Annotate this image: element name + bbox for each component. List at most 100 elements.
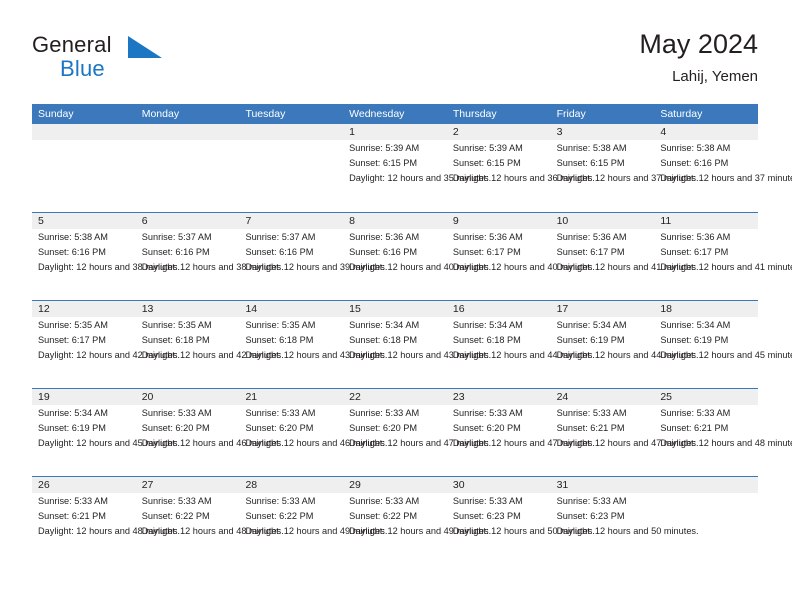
calendar-day-cell[interactable]: 25 Sunrise: 5:33 AM Sunset: 6:21 PM Dayligh… [654,389,792,476]
daylight-text: Daylight: 12 hours and 48 minutes. [141,525,284,536]
day-number: 31 [556,479,569,491]
calendar-day-cell[interactable]: 16 Sunrise: 5:34 AM Sunset: 6:18 PM Dayligh… [446,301,595,388]
calendar-day-cell[interactable]: 30 Sunrise: 5:33 AM Sunset: 6:23 PM Dayligh… [446,477,595,564]
sunset-text: Sunset: 6:22 PM [141,510,210,521]
sunrise-text: Sunrise: 5:33 AM [141,496,212,506]
calendar-day-cell[interactable]: 5 Sunrise: 5:38 AM Sunset: 6:16 PM Daylight… [32,213,180,300]
weekday-header-saturday: Saturday [660,108,703,120]
day-number: 28 [245,479,258,491]
calendar-day-cell[interactable]: 26 Sunrise: 5:33 AM Sunset: 6:21 PM Dayligh… [32,477,180,564]
calendar-day-cell[interactable]: 22 Sunrise: 5:33 AM Sunset: 6:20 PM Dayligh… [343,389,491,476]
sunrise-text: Sunrise: 5:33 AM [349,408,420,418]
sunset-text: Sunset: 6:20 PM [452,422,521,433]
sunrise-text: Sunrise: 5:33 AM [452,496,523,506]
sunset-text: Sunset: 6:15 PM [349,157,418,168]
calendar-day-cell-empty [654,477,759,564]
day-number: 27 [141,479,154,491]
sunset-text: Sunset: 6:19 PM [556,334,625,345]
weekday-header-thursday: Thursday [452,108,497,120]
daylight-text: Daylight: 12 hours and 42 minutes. [141,349,284,360]
day-cell-content: 5 Sunrise: 5:38 AM Sunset: 6:16 PM Daylight… [37,213,180,273]
day-cell-content: 16 Sunrise: 5:34 AM Sunset: 6:18 PM Dayligh… [452,301,595,361]
daylight-text: Daylight: 12 hours and 36 minutes. [452,172,595,183]
calendar-day-cell[interactable]: 4 Sunrise: 5:38 AM Sunset: 6:16 PM Daylight… [654,124,792,212]
sunrise-text: Sunrise: 5:33 AM [556,408,627,418]
sunrise-text: Sunrise: 5:38 AM [556,143,627,153]
calendar-day-cell[interactable]: 8 Sunrise: 5:36 AM Sunset: 6:16 PM Daylight… [343,213,492,300]
calendar-day-cell[interactable]: 29 Sunrise: 5:33 AM Sunset: 6:22 PM Dayligh… [343,477,491,564]
sunrise-text: Sunrise: 5:38 AM [38,232,108,242]
day-number-strip [239,124,344,140]
day-number-strip [654,477,759,493]
sunrise-text: Sunrise: 5:34 AM [660,320,731,330]
sunset-text: Sunset: 6:18 PM [349,334,418,345]
day-number: 22 [349,391,361,403]
day-number-strip [32,124,136,140]
calendar-day-cell[interactable]: 31 Sunrise: 5:33 AM Sunset: 6:23 PM Dayligh… [550,477,699,564]
calendar-day-cell[interactable]: 14 Sunrise: 5:35 AM Sunset: 6:18 PM Dayligh… [239,301,387,388]
daylight-text: Daylight: 12 hours and 41 minutes. [556,261,699,272]
day-number: 3 [556,126,563,138]
calendar-day-cell[interactable]: 17 Sunrise: 5:34 AM Sunset: 6:19 PM Dayligh… [550,301,699,388]
calendar-day-cell[interactable]: 3 Sunrise: 5:38 AM Sunset: 6:15 PM Daylight… [550,124,699,212]
calendar-day-cell[interactable]: 20 Sunrise: 5:33 AM Sunset: 6:20 PM Dayligh… [135,389,284,476]
calendar-day-cell-empty [135,124,240,212]
calendar-week-row: 26 Sunrise: 5:33 AM Sunset: 6:21 PM Dayligh… [32,476,759,564]
calendar-grid: Sunday Monday Tuesday Wednesday Thursday Frid… [32,104,792,564]
daylight-text: Daylight: 12 hours and 50 minutes. [556,525,699,536]
sunset-text: Sunset: 6:20 PM [349,422,418,433]
calendar-day-cell[interactable]: 13 Sunrise: 5:35 AM Sunset: 6:18 PM Dayligh… [135,301,284,388]
calendar-day-cell[interactable]: 27 Sunrise: 5:33 AM Sunset: 6:22 PM Dayligh… [135,477,284,564]
sunset-text: Sunset: 6:21 PM [38,510,106,521]
calendar-day-cell-empty [239,124,344,212]
sunrise-text: Sunrise: 5:34 AM [38,408,108,418]
sunset-text: Sunset: 6:17 PM [38,334,106,345]
calendar-page: General Blue May 2024 Lahij, Yemen Sunda… [0,0,792,612]
sunset-text: Sunset: 6:21 PM [660,422,729,433]
day-number: 14 [245,303,258,315]
sunset-text: Sunset: 6:19 PM [38,422,106,433]
day-number: 15 [349,303,361,315]
sunset-text: Sunset: 6:19 PM [660,334,729,345]
calendar-day-cell[interactable]: 11 Sunrise: 5:36 AM Sunset: 6:17 PM Dayligh… [654,213,792,300]
daylight-text: Daylight: 12 hours and 40 minutes. [349,261,492,272]
sunrise-text: Sunrise: 5:35 AM [38,320,108,330]
day-number: 12 [38,303,50,315]
sunset-text: Sunset: 6:15 PM [452,157,521,168]
day-cell-content: 30 Sunrise: 5:33 AM Sunset: 6:23 PM Dayligh… [452,477,595,537]
daylight-text: Daylight: 12 hours and 44 minutes. [452,349,595,360]
calendar-day-cell[interactable]: 10 Sunrise: 5:36 AM Sunset: 6:17 PM Dayligh… [550,213,699,300]
calendar-day-cell[interactable]: 18 Sunrise: 5:34 AM Sunset: 6:19 PM Dayligh… [654,301,792,388]
day-number: 25 [660,391,672,403]
calendar-day-cell[interactable]: 12 Sunrise: 5:35 AM Sunset: 6:17 PM Dayligh… [32,301,180,388]
day-number: 2 [452,126,459,138]
calendar-day-cell[interactable]: 23 Sunrise: 5:33 AM Sunset: 6:20 PM Dayligh… [446,389,595,476]
brand-logo[interactable]: General Blue [32,32,272,88]
calendar-day-cell[interactable]: 9 Sunrise: 5:36 AM Sunset: 6:17 PM Daylight… [446,213,595,300]
calendar-day-cell[interactable]: 1 Sunrise: 5:39 AM Sunset: 6:15 PM Daylight… [343,124,491,212]
sunset-text: Sunset: 6:15 PM [556,157,625,168]
sunset-text: Sunset: 6:17 PM [660,246,729,257]
day-number: 11 [660,215,672,227]
sunrise-text: Sunrise: 5:36 AM [349,232,420,242]
calendar-day-cell[interactable]: 28 Sunrise: 5:33 AM Sunset: 6:22 PM Dayligh… [239,477,387,564]
daylight-text: Daylight: 12 hours and 45 minutes. [38,437,180,448]
calendar-day-cell[interactable]: 2 Sunrise: 5:39 AM Sunset: 6:15 PM Daylight… [446,124,595,212]
calendar-day-cell-empty [32,124,136,212]
blue-triangle-icon [128,36,162,63]
calendar-day-cell[interactable]: 6 Sunrise: 5:37 AM Sunset: 6:16 PM Daylight… [135,213,284,300]
day-cell-content: 27 Sunrise: 5:33 AM Sunset: 6:22 PM Dayligh… [141,477,284,537]
sunrise-text: Sunrise: 5:35 AM [245,320,316,330]
day-cell-content: 28 Sunrise: 5:33 AM Sunset: 6:22 PM Dayligh… [244,477,387,537]
calendar-day-cell[interactable]: 15 Sunrise: 5:34 AM Sunset: 6:18 PM Dayligh… [343,301,491,388]
sunset-text: Sunset: 6:17 PM [556,246,625,257]
calendar-day-cell[interactable]: 24 Sunrise: 5:33 AM Sunset: 6:21 PM Dayligh… [550,389,699,476]
calendar-day-cell[interactable]: 21 Sunrise: 5:33 AM Sunset: 6:20 PM Dayligh… [239,389,387,476]
day-cell-content: 7 Sunrise: 5:37 AM Sunset: 6:16 PM Daylight… [244,213,387,273]
weekday-header-row: Sunday Monday Tuesday Wednesday Thursday Frid… [32,104,758,124]
calendar-day-cell[interactable]: 19 Sunrise: 5:34 AM Sunset: 6:19 PM Dayligh… [32,389,180,476]
calendar-day-cell[interactable]: 7 Sunrise: 5:37 AM Sunset: 6:16 PM Daylight… [239,213,387,300]
daylight-text: Daylight: 12 hours and 38 minutes. [38,261,180,272]
day-number: 23 [452,391,465,403]
sunrise-text: Sunrise: 5:33 AM [660,408,731,418]
